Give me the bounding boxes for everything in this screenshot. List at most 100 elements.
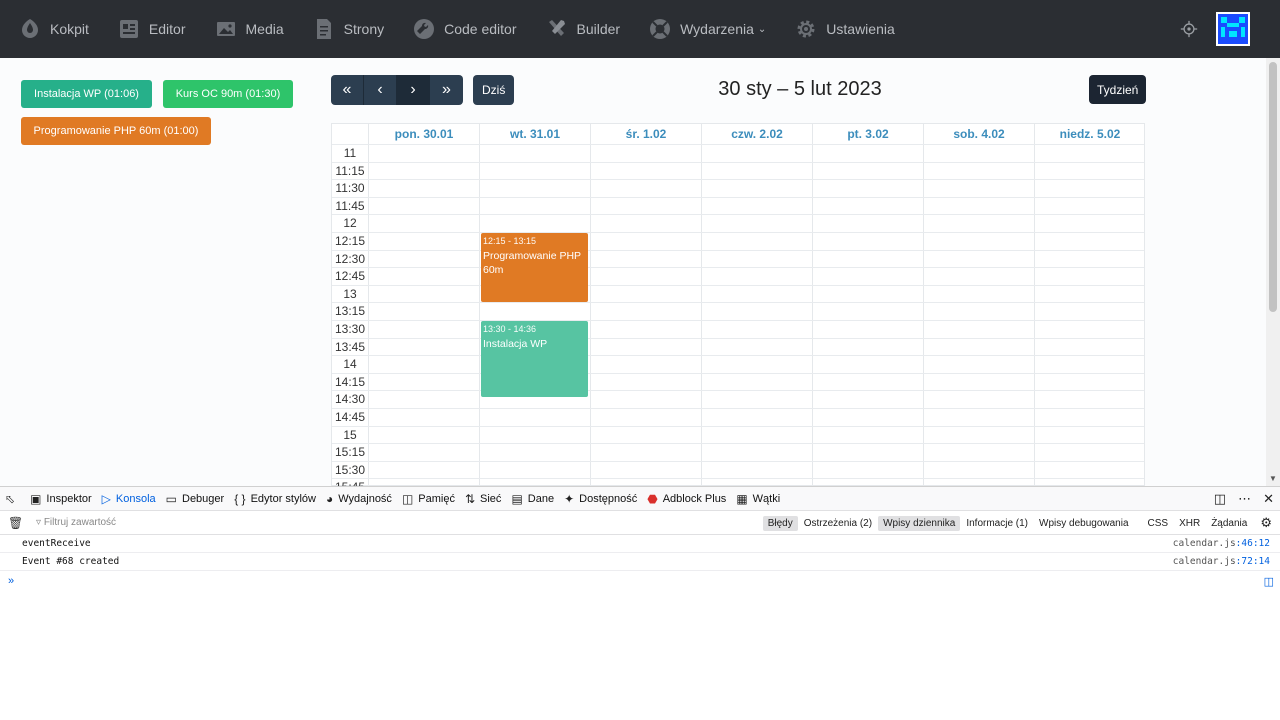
time-slot-label: 11:15 [335,163,365,178]
tab-network[interactable]: ⇅ Sieć [460,487,506,511]
scroll-down-icon[interactable]: ▼ [1269,474,1277,483]
time-slot-label: 13 [343,286,357,301]
accessibility-icon: ✦ [564,491,575,506]
crosshair-icon[interactable] [1178,18,1200,40]
close-icon[interactable]: ✕ [1263,491,1274,507]
time-slot-line [332,214,1144,216]
avatar[interactable] [1216,12,1250,46]
log-source-link[interactable]: calendar.js:72:14 [1173,556,1270,567]
page-content: Instalacja WP (01:06) Kurs OC 90m (01:30… [0,58,1266,486]
pick-element-button[interactable]: ⬁ [0,487,25,511]
style-editor-icon: { } [234,491,246,506]
tab-adblock[interactable]: ⬣ Adblock Plus [642,487,731,511]
log-source-pos: :72:14 [1235,556,1270,567]
tab-threads[interactable]: ▦ Wątki [731,487,785,511]
nav-kokpit[interactable]: Kokpit [0,0,99,58]
tab-label: Debuger [182,492,225,505]
tab-inspector[interactable]: ▣ Inspektor [25,487,97,511]
log-source-link[interactable]: calendar.js:46:12 [1173,538,1270,549]
devtools-window-controls: ◫ ⋯ ✕ [1202,487,1274,511]
page-scrollbar[interactable]: ▼ [1266,58,1280,486]
gear-icon [794,17,818,41]
split-console-icon[interactable]: ◫ [1264,575,1274,588]
nav-wydarzenia[interactable]: Wydarzenia ⌄ [630,0,776,58]
day-header: pon. 30.01 [368,124,479,144]
event-title: Programowanie PHP 60m [483,250,581,276]
log-source-pos: :46:12 [1235,538,1270,549]
chevron-down-icon: ⌄ [757,23,767,35]
filter-requests[interactable]: Żądania [1206,516,1252,531]
nav-label: Code editor [444,21,517,37]
tab-performance[interactable]: ◕ Wydajność [321,487,397,511]
trash-icon[interactable]: 🗑 [8,516,23,530]
console-settings-icon[interactable]: ⚙ [1260,515,1272,531]
scrollbar-thumb[interactable] [1269,62,1277,312]
tab-label: Inspektor [46,492,92,505]
time-slot-line [332,232,1144,233]
next-button[interactable]: › [397,75,430,105]
external-event-programowanie-php[interactable]: Programowanie PHP 60m (01:00) [21,117,211,145]
tab-style-editor[interactable]: { } Edytor stylów [229,487,321,511]
filter-input[interactable]: ▿ Filtruj zawartość [36,517,636,528]
external-event-kurs-oc[interactable]: Kurs OC 90m (01:30) [163,80,293,108]
filter-debug[interactable]: Wpisy debugowania [1034,516,1134,531]
filter-errors[interactable]: Błędy [762,515,798,531]
day-header: czw. 2.02 [701,124,812,144]
filter-css[interactable]: CSS [1143,516,1174,531]
time-slot-label: 14:45 [334,410,366,424]
nav-code-editor[interactable]: Code editor [394,0,526,58]
nav-label: Kokpit [50,21,89,37]
dock-icon[interactable]: ◫ [1214,491,1226,507]
log-message: eventReceive [22,538,91,549]
time-slot-line [332,460,1144,462]
time-slot-line [332,302,1144,304]
media-icon [214,17,238,41]
tab-storage[interactable]: ▤ Dane [506,487,559,511]
more-options-icon[interactable]: ⋯ [1238,491,1251,507]
tab-console[interactable]: ▷ Konsola [97,487,161,511]
nav-media[interactable]: Media [196,0,294,58]
day-header: wt. 31.01 [479,124,590,144]
console-prompt[interactable]: » [8,575,14,587]
devtools-panel: ⬁ ▣ Inspektor ▷ Konsola ▭ Debuger { } Edytor… [0,486,1280,720]
admin-topbar: Kokpit Editor Media Strony Code editor B… [0,0,1280,58]
filter-xhr[interactable]: XHR [1174,516,1205,531]
next-year-button[interactable]: » [430,75,463,105]
log-message: Event #68 created [22,556,120,567]
event-time: 13:30 - 14:36 [483,324,537,334]
time-slot-label: 12:45 [334,269,366,284]
nav-strony[interactable]: Strony [294,0,394,58]
filter-warnings[interactable]: Ostrzeżenia (2) [799,516,877,531]
calendar-event[interactable]: 13:30 - 14:36 Instalacja WP [481,321,588,398]
prev-button[interactable]: ‹ [364,75,397,105]
prev-year-button[interactable]: « [331,75,364,105]
filter-info[interactable]: Informacje (1) [961,516,1033,531]
tab-label: Sieć [480,492,502,505]
external-event-instalacja-wp[interactable]: Instalacja WP (01:06) [21,80,152,108]
kokpit-icon [18,17,42,41]
today-button[interactable]: Dziś [473,75,515,105]
log-source-file: calendar.js [1172,538,1236,549]
tab-debugger[interactable]: ▭ Debuger [161,487,230,511]
time-slot-line [332,284,1144,286]
tab-accessibility[interactable]: ✦ Dostępność [559,487,642,511]
time-slot-label: 15 [343,427,357,442]
tab-memory[interactable]: ◫ Pamięć [397,487,460,511]
log-level-filters: Błędy Ostrzeżenia (2) Wpisy dziennika In… [762,511,1272,535]
console-filter-bar: 🗑 ▿ Filtruj zawartość Błędy Ostrzeżenia … [0,511,1280,535]
network-icon: ⇅ [464,491,476,506]
performance-icon: ◕ [325,491,334,506]
calendar-grid[interactable]: pon. 30.01 wt. 31.01 śr. 1.02 czw. 2.02 pt. … [331,123,1145,486]
nav-editor[interactable]: Editor [99,0,196,58]
calendar-event[interactable]: 12:15 - 13:15 Programowanie PHP 60m [481,233,588,303]
week-view-button[interactable]: Tydzień [1089,75,1147,104]
time-slot-label: 14:30 [334,392,366,407]
filter-logs[interactable]: Wpisy dziennika [878,515,961,531]
time-slot-label: 14 [343,357,357,372]
day-header: sob. 4.02 [923,124,1034,144]
nav-builder[interactable]: Builder [527,0,631,58]
nav-label: Editor [148,21,186,37]
tab-label: Pamięć [418,492,455,505]
tab-label: Konsola [115,492,156,505]
nav-ustawienia[interactable]: Ustawienia [776,0,904,58]
